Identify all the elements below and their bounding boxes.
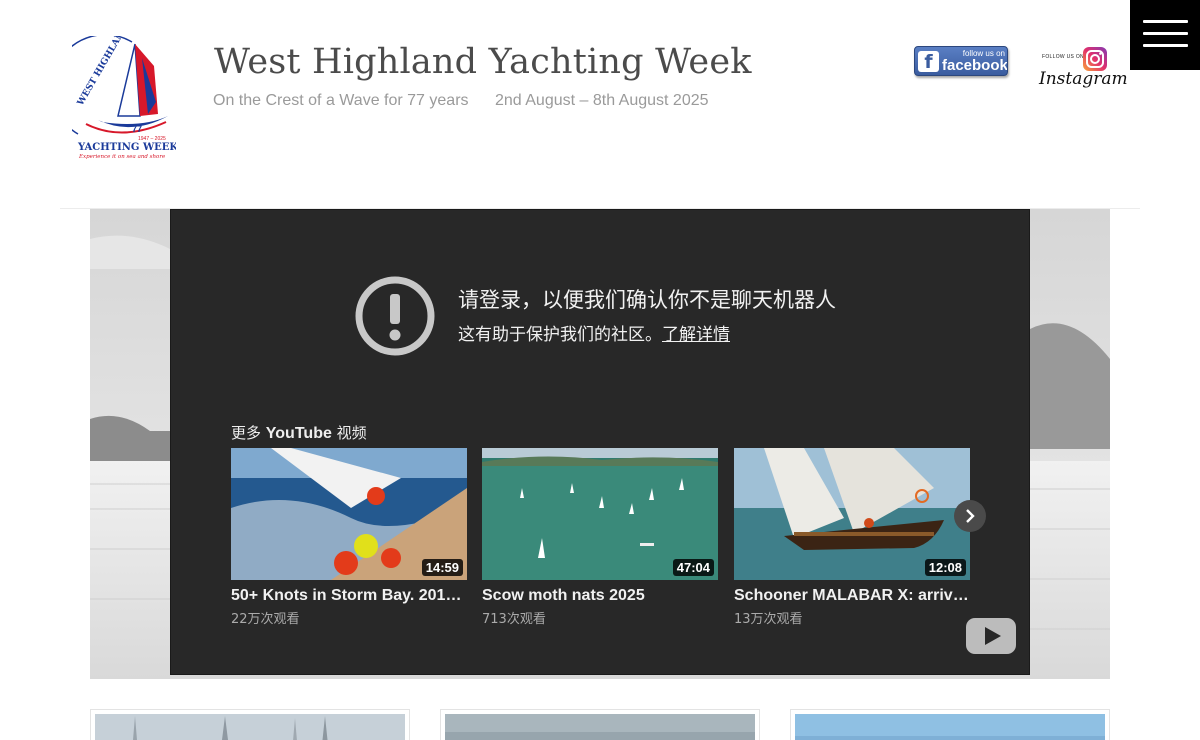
- menu-button[interactable]: [1130, 0, 1200, 70]
- video-duration: 12:08: [924, 559, 966, 576]
- chevron-right-icon: [966, 509, 975, 523]
- video-duration: 47:04: [672, 559, 714, 576]
- video-thumbnail[interactable]: 47:04: [482, 448, 718, 580]
- video-title[interactable]: Scow moth nats 2025: [482, 587, 718, 605]
- hamburger-icon: [1143, 20, 1188, 23]
- instagram-icon: [1083, 47, 1107, 71]
- feature-card-image: [445, 714, 755, 740]
- video-card[interactable]: 12:08 Schooner MALABAR X: arrival in Cow…: [734, 448, 970, 627]
- sign-in-subtext: 这有助于保护我们的社区。了解详情: [458, 325, 730, 345]
- video-card[interactable]: 47:04 Scow moth nats 2025 713次观看: [482, 448, 718, 627]
- youtube-logo-icon[interactable]: [966, 618, 1016, 654]
- video-thumbnail[interactable]: 12:08: [734, 448, 970, 580]
- video-view-count: 13万次观看: [734, 612, 803, 627]
- site-tagline: On the Crest of a Wave for 77 years: [213, 92, 469, 109]
- site-title[interactable]: West Highland Yachting Week: [214, 42, 752, 82]
- feature-card[interactable]: [440, 709, 760, 740]
- facebook-icon: f: [918, 51, 939, 73]
- more-videos-heading: 更多 YouTube 视频: [231, 424, 367, 442]
- video-thumbnail[interactable]: 14:59: [231, 448, 467, 580]
- instagram-follow-label: FOLLOW US ON: [1042, 54, 1084, 60]
- event-dates: 2nd August – 8th August 2025: [495, 92, 709, 109]
- video-duration: 14:59: [421, 559, 463, 576]
- feature-card-image: [95, 714, 405, 740]
- youtube-embed[interactable]: 请登录，以便我们确认你不是聊天机器人 这有助于保护我们的社区。了解详情 更多 Y…: [170, 209, 1030, 675]
- instagram-follow-button[interactable]: FOLLOW US ON Instagram: [1036, 46, 1128, 94]
- video-title[interactable]: Schooner MALABAR X: arrival in Cowes: [734, 587, 970, 605]
- learn-more-link[interactable]: 了解详情: [662, 325, 730, 345]
- sign-in-heading: 请登录，以便我们确认你不是聊天机器人: [458, 288, 836, 312]
- logo-slogan: Experience it on sea and shore: [78, 154, 166, 160]
- next-videos-button[interactable]: [954, 500, 986, 532]
- site-logo[interactable]: WEST HIGHLAND 77 1947 – 2025 YACHTING WE…: [50, 23, 178, 162]
- instagram-wordmark: Instagram: [1039, 69, 1128, 89]
- alert-icon: [355, 276, 435, 356]
- logo-number: 77: [132, 124, 142, 134]
- video-view-count: 22万次观看: [231, 612, 300, 627]
- facebook-follow-button[interactable]: f follow us on facebook: [914, 46, 1008, 76]
- logo-name: YACHTING WEEK: [77, 142, 176, 153]
- video-card[interactable]: 14:59 50+ Knots in Storm Bay. 2018 Rolex…: [231, 448, 467, 627]
- feature-card[interactable]: [90, 709, 410, 740]
- feature-card-image: [795, 714, 1105, 740]
- video-title[interactable]: 50+ Knots in Storm Bay. 2018 Rolex Sydne…: [231, 587, 467, 605]
- feature-card[interactable]: [790, 709, 1110, 740]
- facebook-wordmark: facebook: [942, 57, 1008, 74]
- video-view-count: 713次观看: [482, 612, 546, 627]
